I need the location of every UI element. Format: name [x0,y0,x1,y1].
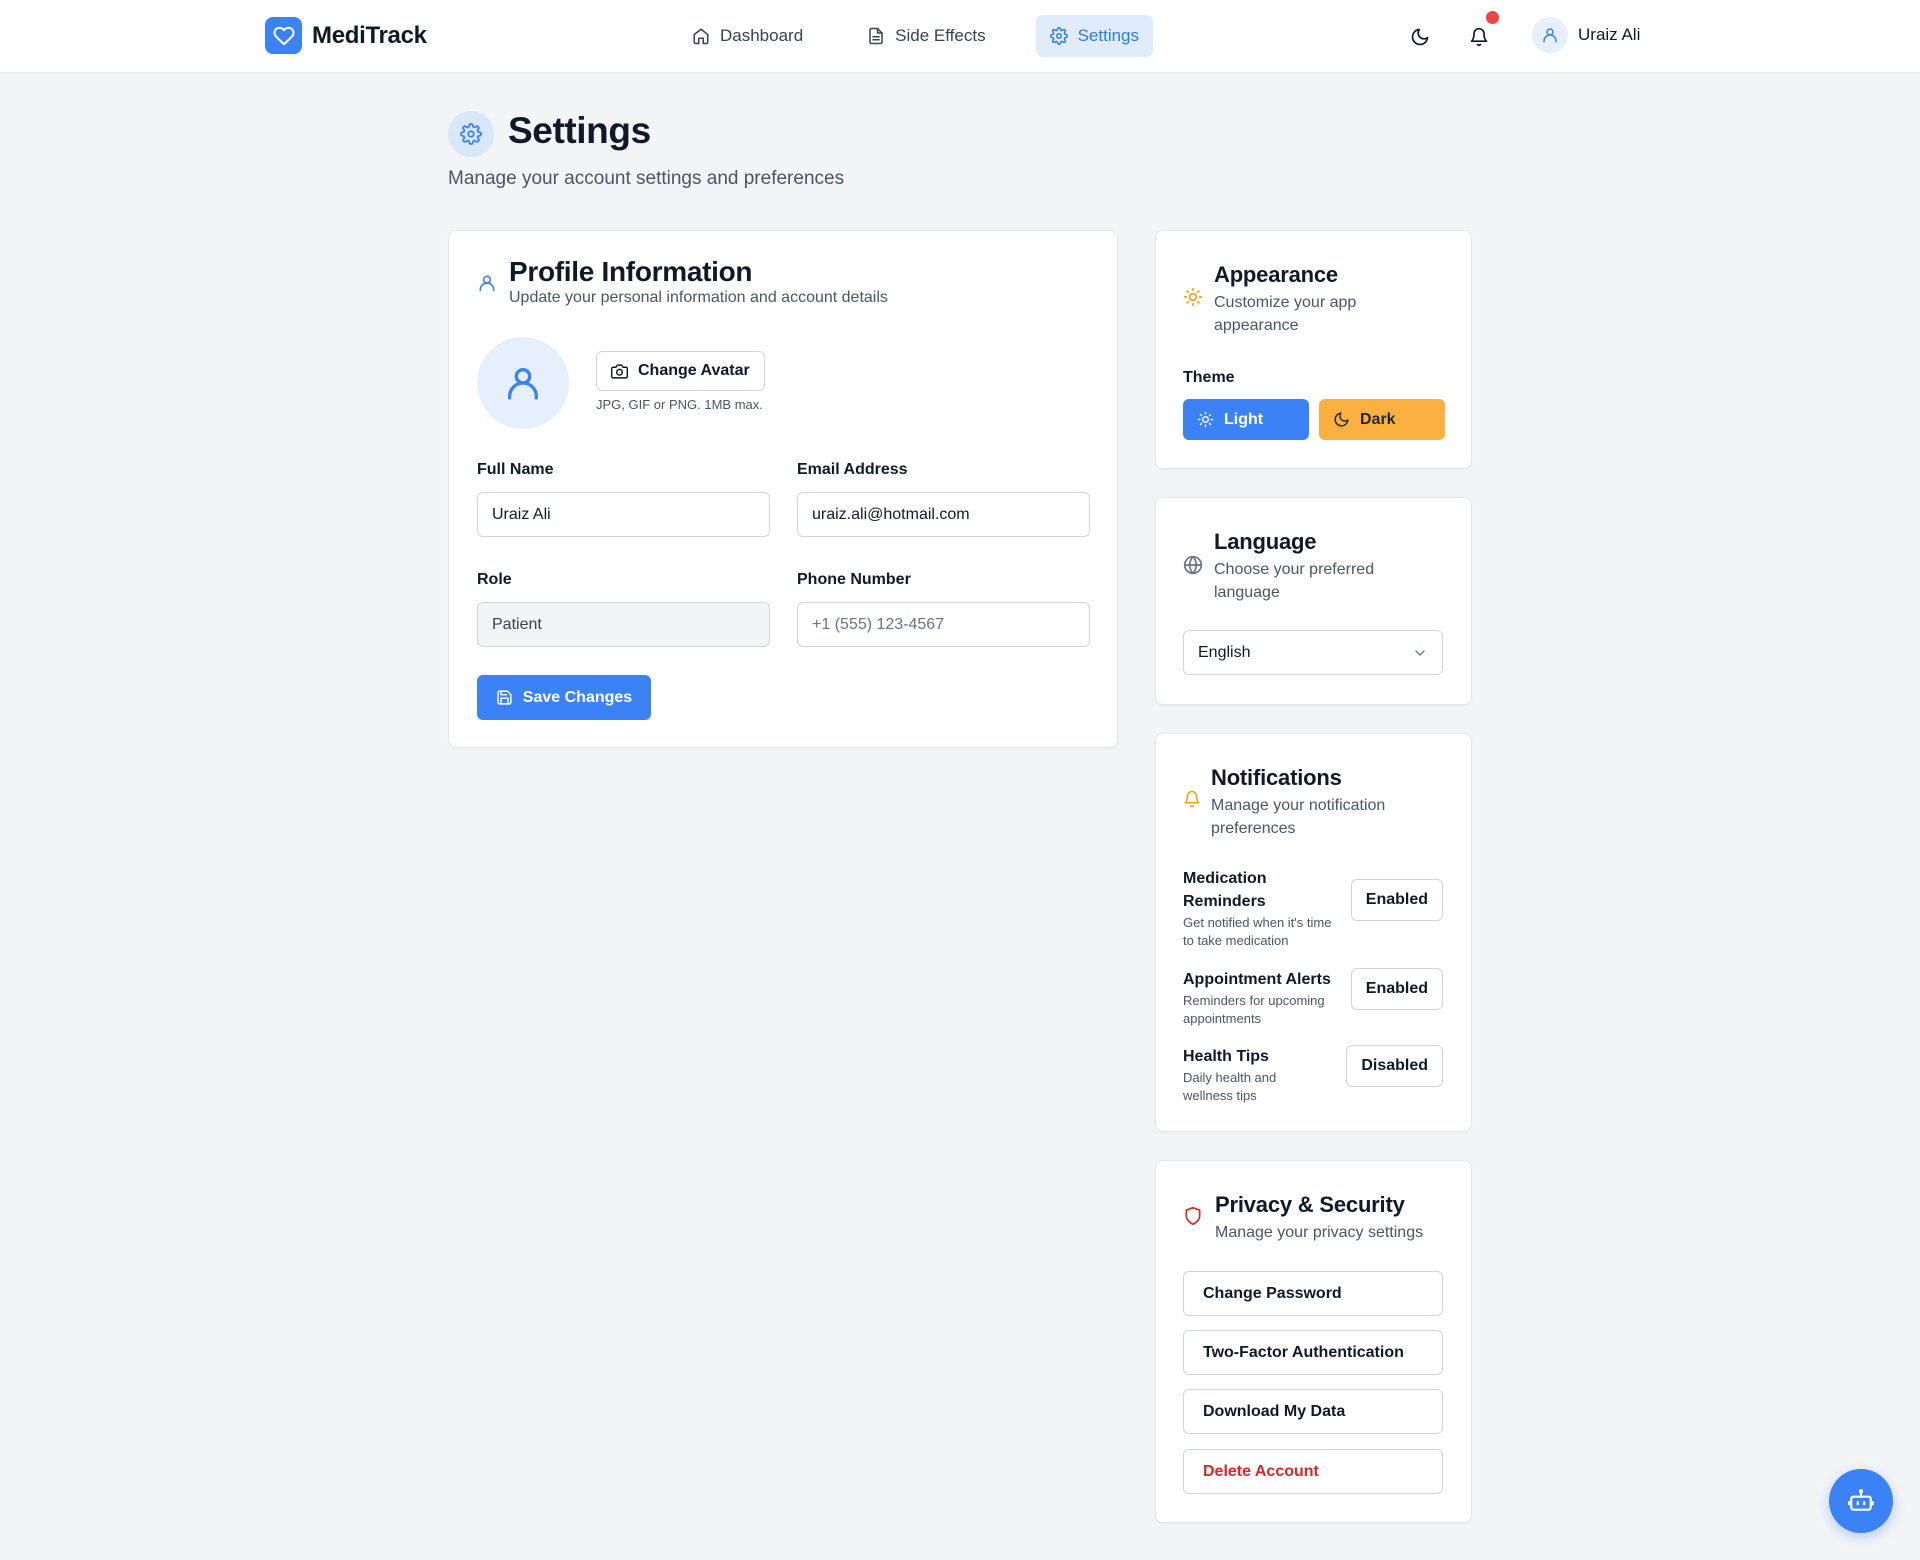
bell-icon [1183,790,1201,808]
sun-icon [1183,287,1203,307]
change-password-button[interactable]: Change Password [1183,1271,1443,1316]
health-tips-toggle[interactable]: Disabled [1346,1045,1443,1087]
bell-icon [1469,27,1489,47]
notification-setting-title: Medication Reminders [1183,870,1267,910]
dark-theme-button[interactable]: Dark [1319,399,1445,440]
notification-setting-desc: Daily health and wellness tips [1183,1070,1277,1103]
email-field[interactable] [797,492,1090,537]
language-select[interactable]: English [1183,630,1443,675]
moon-icon [1333,411,1350,428]
notification-setting-desc: Get notified when it's time to take medi… [1183,915,1332,948]
role-field [477,602,770,647]
theme-label: Theme [1183,369,1235,386]
brand[interactable]: MediTrack [265,17,427,54]
gear-icon [448,111,494,157]
phone-label: Phone Number [797,571,911,588]
notification-setting-desc: Reminders for upcoming appointments [1183,993,1325,1026]
appointment-alerts-toggle[interactable]: Enabled [1350,968,1443,1010]
page-subtitle: Manage your account settings and prefere… [448,168,845,189]
assistant-chat-button[interactable] [1829,1469,1893,1533]
user-icon [477,273,497,293]
privacy-security-card: Privacy & Security Manage your privacy s… [1155,1160,1472,1523]
notifications-card: Notifications Manage your notification p… [1155,733,1472,1132]
language-title: Language [1214,529,1317,554]
medication-reminders-toggle[interactable]: Enabled [1350,879,1443,921]
theme-toggle-button[interactable] [1400,17,1440,57]
email-label: Email Address [797,461,908,478]
profile-avatar [477,337,569,429]
document-icon [867,27,885,45]
appearance-card: Appearance Customize your app appearance… [1155,230,1472,469]
two-factor-auth-button[interactable]: Two-Factor Authentication [1183,1330,1443,1375]
nav-side-effects[interactable]: Side Effects [853,15,999,57]
nav-side-effects-label: Side Effects [895,26,986,45]
top-navigation-bar: MediTrack Dashboard Side Effects Setting… [0,0,1920,73]
appearance-subtitle: Customize your app appearance [1214,294,1357,334]
app-name: MediTrack [312,21,427,49]
light-theme-button[interactable]: Light [1183,399,1309,440]
profile-information-card: Profile Information Update your personal… [448,230,1118,748]
chevron-down-icon [1412,645,1428,661]
avatar [1532,17,1568,53]
full-name-field[interactable] [477,492,770,537]
full-name-label: Full Name [477,461,554,478]
notification-dot [1486,11,1499,24]
notifications-title: Notifications [1211,765,1342,790]
save-icon [496,689,513,706]
change-avatar-button[interactable]: Change Avatar [596,351,765,391]
notification-setting-medication: Medication Reminders Get notified when i… [1183,867,1443,948]
change-avatar-label: Change Avatar [638,362,750,379]
main-nav: Dashboard Side Effects Settings [678,15,1189,57]
dark-theme-label: Dark [1360,410,1396,428]
page-title: Settings [508,110,651,151]
language-subtitle: Choose your preferred language [1214,561,1375,601]
phone-field[interactable] [797,602,1090,647]
nav-settings-label: Settings [1077,26,1140,45]
sun-icon [1197,411,1214,428]
download-data-button[interactable]: Download My Data [1183,1389,1443,1434]
shield-icon [1183,1205,1203,1227]
notification-setting-appointments: Appointment Alerts Reminders for upcomin… [1183,968,1443,1028]
user-name: Uraiz Ali [1578,25,1641,44]
privacy-title: Privacy & Security [1215,1192,1405,1217]
role-label: Role [477,571,512,588]
save-changes-label: Save Changes [522,688,633,706]
save-changes-button[interactable]: Save Changes [477,675,651,720]
nav-settings[interactable]: Settings [1035,15,1154,57]
robot-icon [1848,1488,1874,1514]
avatar-hint: JPG, GIF or PNG. 1MB max. [596,397,763,412]
nav-dashboard-label: Dashboard [720,26,804,45]
privacy-subtitle: Manage your privacy settings [1215,1224,1424,1241]
moon-icon [1410,27,1430,47]
camera-icon [611,363,628,380]
home-icon [692,27,710,45]
notification-setting-health-tips: Health Tips Daily health and wellness ti… [1183,1045,1443,1105]
header-actions: Uraiz Ali [1400,11,1650,57]
nav-dashboard[interactable]: Dashboard [678,15,817,57]
notifications-button[interactable] [1459,11,1499,57]
delete-account-button[interactable]: Delete Account [1183,1449,1443,1494]
appearance-title: Appearance [1214,262,1338,287]
profile-card-subtitle: Update your personal information and acc… [509,289,888,306]
language-card: Language Choose your preferred language … [1155,497,1472,705]
globe-icon [1183,555,1203,575]
heart-logo-icon [265,17,302,54]
light-theme-label: Light [1224,410,1264,428]
gear-icon [1049,27,1068,45]
notifications-subtitle: Manage your notification preferences [1211,797,1386,837]
language-selected-value: English [1198,643,1251,661]
profile-card-title: Profile Information [509,256,753,287]
user-menu[interactable]: Uraiz Ali [1532,17,1640,53]
